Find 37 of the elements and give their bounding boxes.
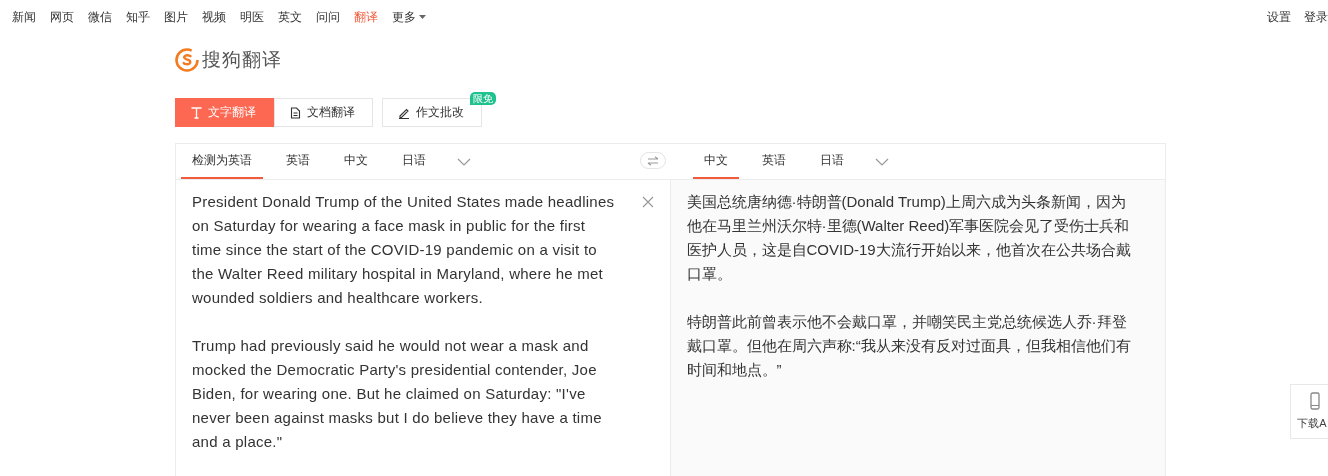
swap-icon: [646, 155, 660, 166]
nav-link[interactable]: 登录: [1304, 8, 1328, 26]
translation-paragraph: 特朗普此前曾表示他不会戴口罩，并嘲笑民主党总统候选人乔·拜登戴口罩。但他在周六声称:“我从来没有反对过面具，但我相信他们有时间和地点。”: [686, 312, 1132, 380]
free-badge: 限免: [470, 92, 496, 105]
logo-icon: [175, 48, 199, 72]
nav-link[interactable]: 知乎: [126, 8, 150, 26]
nav-link[interactable]: 网页: [50, 8, 74, 26]
nav-link[interactable]: 新闻: [12, 8, 36, 26]
language-tab[interactable]: 英语: [275, 144, 321, 179]
text-icon: [191, 106, 202, 119]
phone-icon: [1310, 392, 1320, 410]
pencil-icon: [398, 106, 410, 119]
nav-link[interactable]: 视频: [202, 8, 226, 26]
nav-link[interactable]: 问问: [316, 8, 340, 26]
source-paragraph: President Donald Trump of the United States made headlines on Saturday for wearing a face mask in public for the first time since the start of the COVID-19 pandemic on a visit to the Walter Reed military hospital in Maryland, where he met wounded soldiers and healthcare workers.: [192, 192, 616, 308]
document-icon: [290, 106, 301, 119]
language-tab[interactable]: 中文: [333, 144, 379, 179]
download-app-button[interactable]: 下载A: [1290, 384, 1328, 439]
source-paragraph: Trump had previously said he would not wear a mask and mocked the Democratic Party's presidential contender, Joe Biden, for wearing one. But he claimed on Saturday: "I've never been against masks but I do believe they have a time and a place.": [192, 336, 603, 452]
nav-link[interactable]: 设置: [1267, 8, 1291, 26]
language-tab[interactable]: 日语: [391, 144, 437, 179]
more-menu[interactable]: 更多: [392, 8, 426, 26]
mode-tab[interactable]: 文档翻译: [274, 98, 373, 127]
nav-link[interactable]: 明医: [240, 8, 264, 26]
language-tab[interactable]: 英语: [751, 144, 797, 179]
translation-paragraph: 美国总统唐纳德·特朗普(Donald Trump)上周六成为头条新闻，因为他在马里兰州沃尔特·里德(Walter Reed)军事医院会见了受伤士兵和医护人员，这是自COVID-19大流行开始以来，他首次在公共场合戴口罩。: [686, 192, 1132, 284]
close-icon[interactable]: [641, 196, 654, 208]
caret-icon: [419, 15, 426, 19]
nav-link[interactable]: 英文: [278, 8, 302, 26]
language-tab[interactable]: 检测为英语: [181, 144, 263, 179]
nav-link[interactable]: 图片: [164, 8, 188, 26]
logo-text: 搜狗翻译: [202, 48, 282, 72]
swap-button[interactable]: [640, 152, 666, 169]
language-tab[interactable]: 日语: [809, 144, 855, 179]
chevron-down-icon[interactable]: [457, 157, 471, 166]
chevron-down-icon[interactable]: [875, 157, 889, 166]
nav-link[interactable]: 微信: [88, 8, 112, 26]
